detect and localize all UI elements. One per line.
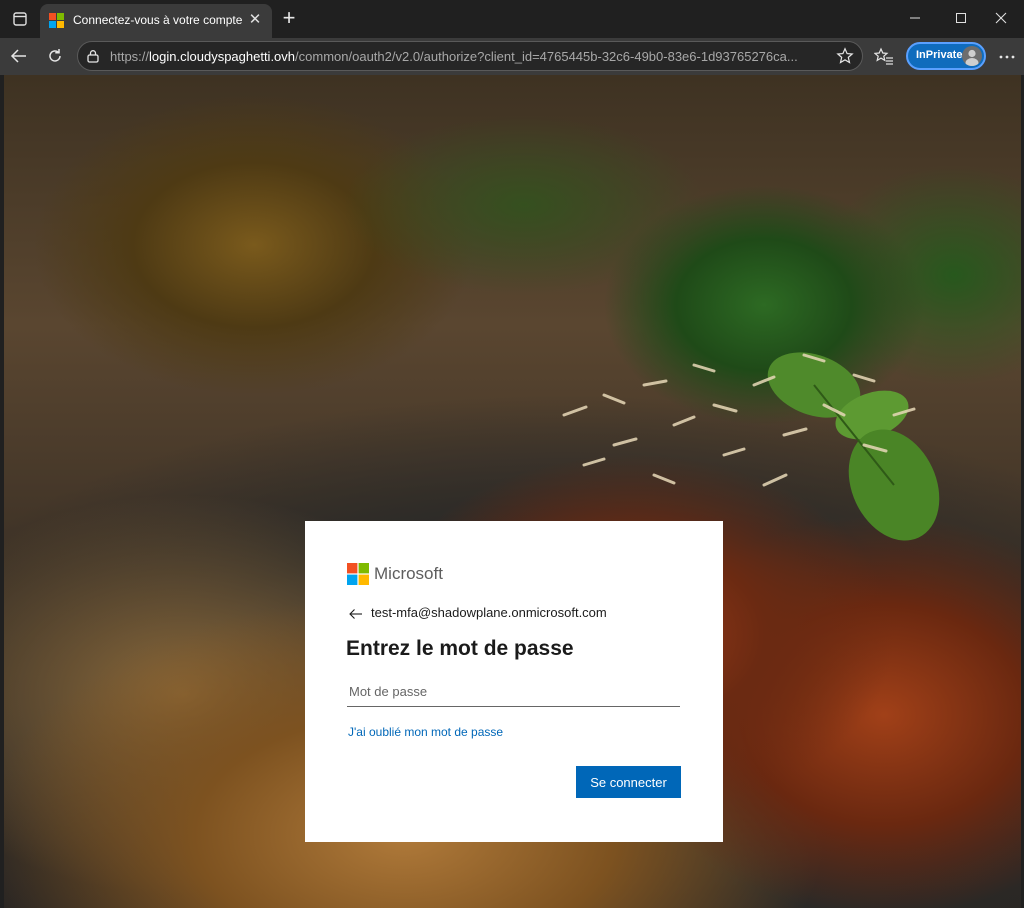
page-viewport: Microsoft test-mfa@shadowplane.onmicroso… — [4, 75, 1021, 908]
lock-icon[interactable] — [86, 49, 100, 63]
brand-name: Microsoft — [374, 564, 443, 583]
sign-in-button[interactable]: Se connecter — [576, 766, 681, 798]
signin-card: Microsoft test-mfa@shadowplane.onmicroso… — [305, 521, 723, 842]
address-bar[interactable]: https://login.cloudyspaghetti.ovh/common… — [77, 41, 863, 71]
new-tab-button[interactable]: + — [278, 7, 300, 30]
account-identity: test-mfa@shadowplane.onmicrosoft.com — [371, 605, 607, 620]
url-host: login.cloudyspaghetti.ovh — [149, 49, 296, 64]
password-input[interactable] — [347, 677, 680, 707]
microsoft-logo-icon — [49, 13, 64, 28]
cheese-topping-decoration — [562, 353, 916, 487]
avatar — [962, 46, 982, 66]
page-title: Entrez le mot de passe — [346, 637, 574, 660]
tab-title: Connectez-vous à votre compte — [73, 13, 243, 27]
url-path: /common/oauth2/v2.0/authorize?client_id=… — [295, 49, 798, 64]
back-arrow-icon[interactable] — [349, 608, 363, 620]
url-text[interactable]: https://login.cloudyspaghetti.ovh/common… — [110, 49, 825, 64]
browser-tab-active[interactable]: Connectez-vous à votre compte ✕ — [40, 4, 272, 38]
browser-toolbar: https://login.cloudyspaghetti.ovh/common… — [0, 38, 1024, 75]
refresh-icon[interactable] — [42, 44, 68, 68]
back-icon[interactable] — [6, 44, 32, 68]
microsoft-logo-icon — [347, 563, 369, 585]
tab-close-icon[interactable]: ✕ — [246, 10, 264, 30]
browser-titlebar: Connectez-vous à votre compte ✕ + — [0, 0, 1024, 38]
favorite-star-icon[interactable] — [836, 47, 854, 65]
more-options-icon[interactable] — [996, 47, 1018, 67]
inprivate-badge[interactable]: InPrivate — [906, 42, 986, 70]
favorites-icon[interactable] — [874, 47, 894, 67]
tab-actions-icon[interactable] — [8, 8, 32, 30]
inprivate-label: InPrivate — [916, 49, 963, 61]
window-close-icon[interactable] — [978, 0, 1024, 36]
url-scheme: https:// — [110, 49, 150, 64]
minimize-icon[interactable] — [892, 0, 938, 36]
forgot-password-link[interactable]: J'ai oublié mon mot de passe — [348, 725, 503, 739]
